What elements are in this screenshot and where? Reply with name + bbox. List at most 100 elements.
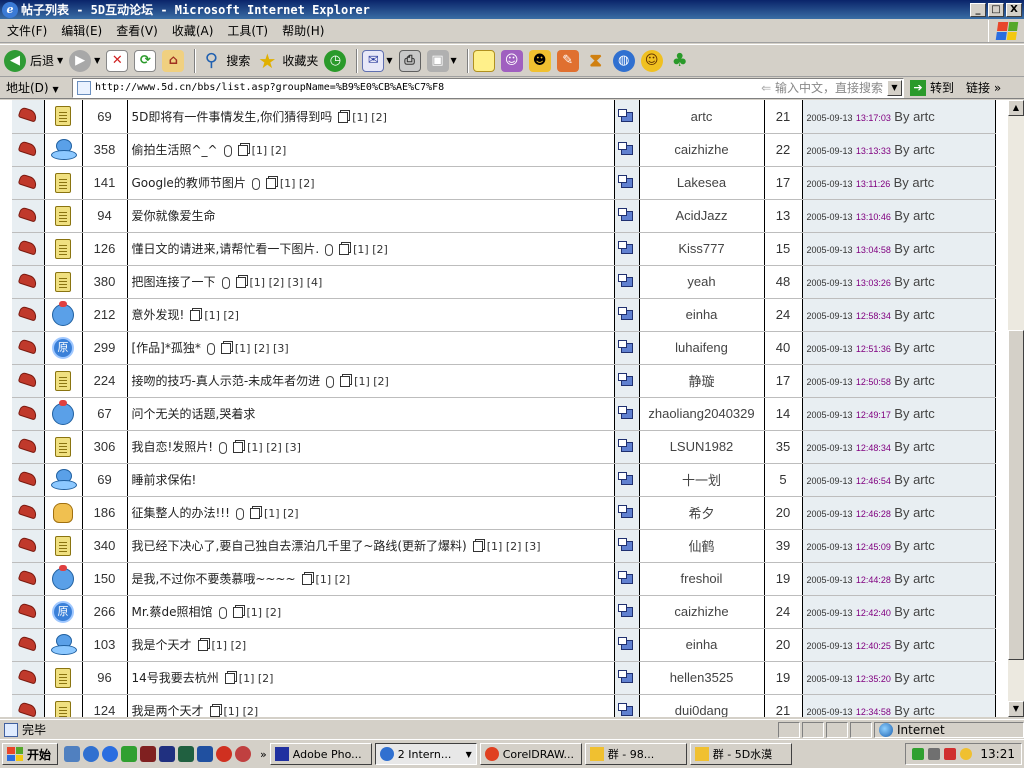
menu-favorites[interactable]: 收藏(A) <box>165 22 221 39</box>
last-post-by[interactable]: By artc <box>894 505 934 520</box>
taskbar-coreldraw[interactable]: CorelDRAW... <box>479 743 582 765</box>
thread-title-link[interactable]: 把图连接了一下 <box>132 275 216 289</box>
author-link[interactable]: artc <box>639 100 765 134</box>
last-post-by[interactable]: By artc <box>894 175 934 190</box>
reply-shoe-cell[interactable] <box>12 595 45 629</box>
thread-title-link[interactable]: Google的教师节图片 <box>132 176 246 190</box>
taskbar-qq-group-98[interactable]: 群 - 98... <box>584 743 687 765</box>
thread-title-link[interactable]: [作品]*孤独* <box>132 341 201 355</box>
last-post-by[interactable]: By artc <box>894 571 934 586</box>
author-link[interactable]: zhaoliang2040329 <box>639 397 765 431</box>
reply-shoe-cell[interactable] <box>12 562 45 596</box>
menu-view[interactable]: 查看(V) <box>109 22 165 39</box>
author-link[interactable]: freshoil <box>639 562 765 596</box>
reply-shoe-cell[interactable] <box>12 133 45 167</box>
thread-title-link[interactable]: 5D即将有一件事情发生,你们猜得到吗 <box>132 110 333 124</box>
reply-shoe-cell[interactable] <box>12 232 45 266</box>
word-quicklaunch-icon[interactable] <box>197 746 214 762</box>
thread-title-link[interactable]: 问个无关的话题,哭着求 <box>132 407 256 421</box>
thread-title-link[interactable]: 睡前求保佑! <box>132 473 197 487</box>
menu-file[interactable]: 文件(F) <box>0 22 54 39</box>
page-links[interactable]: [1] [2] <box>252 144 287 157</box>
thread-title-link[interactable]: 是我,不过你不要羡慕哦~~~~ <box>132 572 296 586</box>
page-links[interactable]: [1] [2] <box>354 375 389 388</box>
stop-button[interactable]: ✕ <box>106 49 129 72</box>
start-button[interactable]: 开始 <box>2 743 59 765</box>
quicklaunch-icon[interactable] <box>64 746 81 762</box>
scroll-down-button[interactable]: ▼ <box>1008 701 1024 717</box>
app-quicklaunch-icon[interactable] <box>216 746 233 762</box>
ie-quicklaunch-icon[interactable] <box>83 746 100 762</box>
author-link[interactable]: Kiss777 <box>639 232 765 266</box>
preview-cell[interactable] <box>614 133 640 167</box>
app-quicklaunch-icon[interactable] <box>159 746 176 762</box>
preview-cell[interactable] <box>614 331 640 365</box>
last-post-by[interactable]: By artc <box>894 604 934 619</box>
quicklaunch-more-icon[interactable]: » <box>260 748 267 761</box>
thread-title-link[interactable]: 偷拍生活照^_^ <box>132 143 218 157</box>
preview-cell[interactable] <box>614 298 640 332</box>
preview-cell[interactable] <box>614 628 640 662</box>
author-link[interactable]: 静璇 <box>639 364 765 398</box>
preview-cell[interactable] <box>614 199 640 233</box>
taskbar-ie[interactable]: 2 Intern... ▼ <box>374 743 477 765</box>
thread-title-link[interactable]: Mr.蔡de照相馆 <box>132 605 213 619</box>
thread-title-link[interactable]: 我自恋!发照片! <box>132 440 214 454</box>
thread-title-link[interactable]: 我是两个天才 <box>132 704 204 717</box>
author-link[interactable]: yeah <box>639 265 765 299</box>
page-links[interactable]: [1] [2] [3] <box>487 540 541 553</box>
tools-button[interactable]: ✎ <box>556 49 579 72</box>
page-links[interactable]: [1] [2] <box>212 639 247 652</box>
refresh-button[interactable]: ⟳ <box>134 49 157 72</box>
back-button[interactable]: ◀ 后退 ▼ <box>4 49 63 72</box>
smiley-button[interactable]: ☺ <box>640 49 663 72</box>
preview-cell[interactable] <box>614 100 640 134</box>
menu-edit[interactable]: 编辑(E) <box>54 22 109 39</box>
taskbar-photoshop[interactable]: Adobe Pho... <box>269 743 372 765</box>
preview-cell[interactable] <box>614 529 640 563</box>
page-links[interactable]: [1] [2] <box>264 507 299 520</box>
author-link[interactable]: 希夕 <box>639 496 765 530</box>
last-post-by[interactable]: By artc <box>894 439 934 454</box>
last-post-by[interactable]: By artc <box>894 670 934 685</box>
last-post-by[interactable]: By artc <box>894 274 934 289</box>
hourglass-button[interactable]: ⧗ <box>585 50 607 72</box>
preview-cell[interactable] <box>614 232 640 266</box>
author-link[interactable]: einha <box>639 298 765 332</box>
favorites-button[interactable]: ★ 收藏夹 <box>256 49 318 73</box>
author-link[interactable]: AcidJazz <box>639 199 765 233</box>
author-link[interactable]: 仙鹤 <box>639 529 765 563</box>
page-links[interactable]: [1] [2] <box>224 705 259 717</box>
author-link[interactable]: luhaifeng <box>639 331 765 365</box>
last-post-by[interactable]: By artc <box>894 208 934 223</box>
preview-cell[interactable] <box>614 265 640 299</box>
messenger-button[interactable]: ☺ <box>500 49 523 72</box>
page-links[interactable]: [1] [2] <box>353 243 388 256</box>
preview-cell[interactable] <box>614 595 640 629</box>
home-button[interactable]: ⌂ <box>162 49 185 72</box>
author-link[interactable]: dui0dang <box>639 694 765 717</box>
last-post-by[interactable]: By artc <box>894 340 934 355</box>
page-links[interactable]: [1] [2] <box>204 309 239 322</box>
reply-shoe-cell[interactable] <box>12 628 45 662</box>
preview-cell[interactable] <box>614 397 640 431</box>
menu-help[interactable]: 帮助(H) <box>275 22 331 39</box>
scroll-thumb[interactable] <box>1008 330 1024 660</box>
author-link[interactable]: caizhizhe <box>639 133 765 167</box>
tray-speaker-icon[interactable] <box>928 748 941 760</box>
maximize-button[interactable]: □ <box>988 2 1004 17</box>
last-post-by[interactable]: By artc <box>894 109 934 124</box>
msn-quicklaunch-icon[interactable] <box>121 746 138 762</box>
address-dropdown-button[interactable]: ▼ <box>887 79 902 96</box>
app-quicklaunch-icon[interactable] <box>178 746 195 762</box>
reply-shoe-cell[interactable] <box>12 298 45 332</box>
thread-title-link[interactable]: 爱你就像爱生命 <box>132 209 216 223</box>
tray-app-icon[interactable] <box>944 748 957 760</box>
page-links[interactable]: [1] [2] <box>247 606 282 619</box>
preview-cell[interactable] <box>614 166 640 200</box>
reply-shoe-cell[interactable] <box>12 661 45 695</box>
reply-shoe-cell[interactable] <box>12 331 45 365</box>
preview-cell[interactable] <box>614 496 640 530</box>
reply-shoe-cell[interactable] <box>12 463 45 497</box>
app-quicklaunch-icon[interactable] <box>140 746 157 762</box>
